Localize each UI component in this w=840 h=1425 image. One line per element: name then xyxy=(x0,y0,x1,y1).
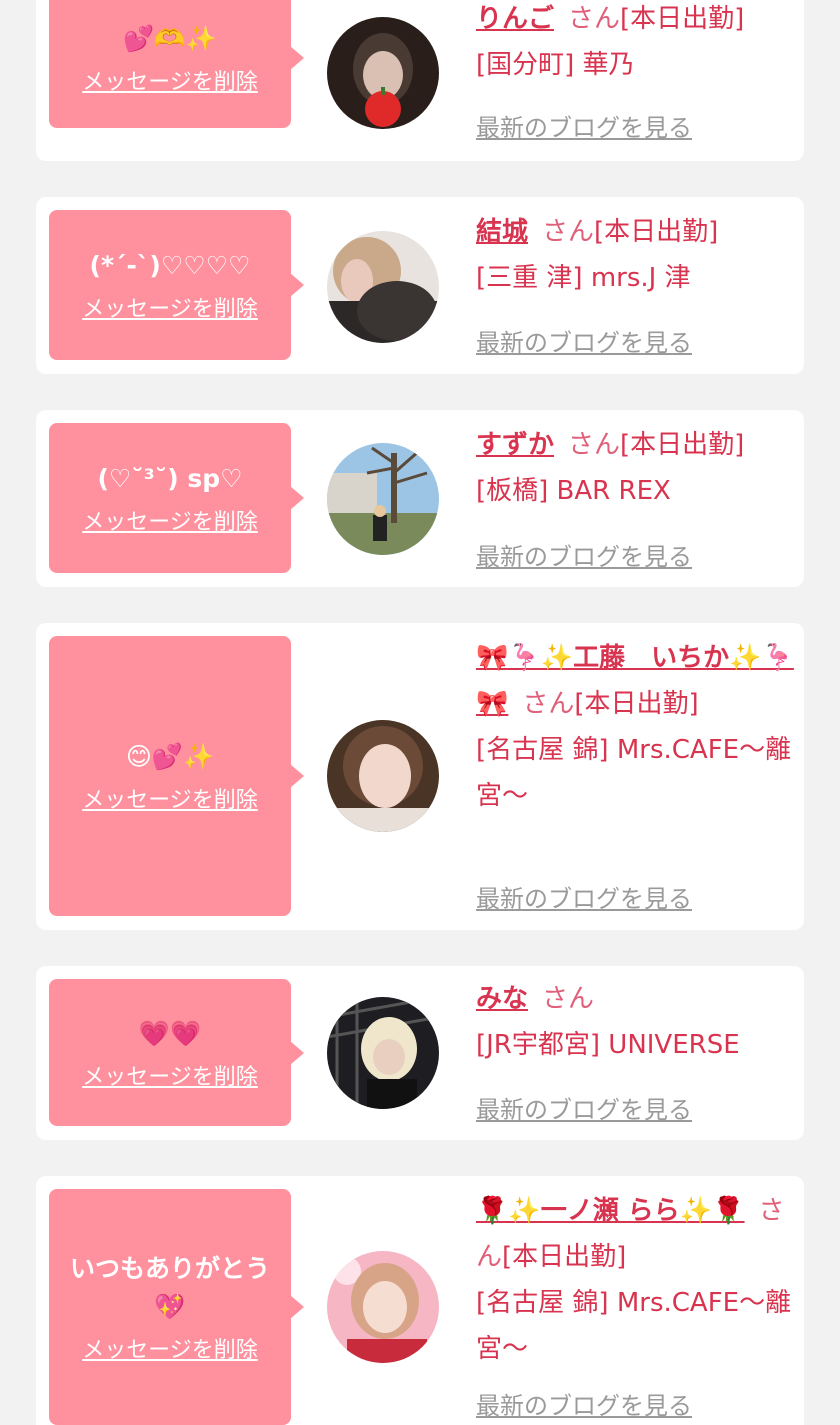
girl-avatar[interactable] xyxy=(327,443,439,555)
latest-blog-link[interactable]: 最新のブログを見る xyxy=(476,1090,692,1125)
girl-info: 結城 さん[本日出勤] [三重 津] mrs.J 津 xyxy=(476,209,796,301)
message-bubble: 💗💗 メッセージを削除 xyxy=(49,979,304,1126)
message-bubble: (*´-`)♡♡♡♡ メッセージを削除 xyxy=(49,210,304,360)
message-bubble: (♡˘³˘) sp♡ メッセージを削除 xyxy=(49,423,304,573)
work-status: [本日出勤] xyxy=(594,217,719,247)
delete-message-link[interactable]: メッセージを削除 xyxy=(82,504,258,536)
latest-blog-link[interactable]: 最新のブログを見る xyxy=(476,537,692,572)
delete-message-link[interactable]: メッセージを削除 xyxy=(82,782,258,814)
message-text: (♡˘³˘) sp♡ xyxy=(97,464,243,493)
message-text: 💕🫶✨ xyxy=(123,23,217,53)
latest-blog-link[interactable]: 最新のブログを見る xyxy=(476,1386,692,1421)
favorite-card: 💗💗 メッセージを削除 みな さん [JR宇都宮] UNIVERSE 最新のブログ… xyxy=(36,966,804,1140)
favorite-card: 😊💕✨ メッセージを削除 🎀🦩✨工藤 いちか✨🦩🎀 さん[本日出勤] [名古屋 錦… xyxy=(36,623,804,930)
favorite-message-list: 💕🫶✨ メッセージを削除 りんご さん[本日出勤] [国分町] 華乃 最新のブログ… xyxy=(0,0,840,1425)
girl-info: みな さん [JR宇都宮] UNIVERSE xyxy=(476,976,796,1068)
message-text: 😊💕✨ xyxy=(125,742,215,771)
shop-name: [国分町] 華乃 xyxy=(476,50,635,80)
girl-info: りんご さん[本日出勤] [国分町] 華乃 xyxy=(476,0,796,88)
girl-info: 🌹✨一ノ瀬 らら✨🌹 さん[本日出勤] [名古屋 錦] Mrs.CAFE〜離宮〜 xyxy=(476,1188,796,1372)
girl-avatar[interactable] xyxy=(327,720,439,832)
girl-name-link[interactable]: すずか xyxy=(476,430,554,460)
shop-name: [三重 津] mrs.J 津 xyxy=(476,263,691,293)
girl-info: すずか さん[本日出勤] [板橋] BAR REX xyxy=(476,422,796,514)
girl-name-link[interactable]: 🌹✨一ノ瀬 らら✨🌹 xyxy=(476,1196,745,1226)
favorite-card: いつもありがとう💖 メッセージを削除 🌹✨一ノ瀬 らら✨🌹 さん[本日出勤] [名… xyxy=(36,1176,804,1425)
message-text: (*´-`)♡♡♡♡ xyxy=(89,251,251,280)
work-status: [本日出勤] xyxy=(502,1242,627,1272)
girl-avatar[interactable] xyxy=(327,231,439,343)
delete-message-link[interactable]: メッセージを削除 xyxy=(82,1332,258,1364)
message-text: いつもありがとう💖 xyxy=(69,1254,270,1321)
honorific: さん xyxy=(542,217,595,247)
shop-name: [JR宇都宮] UNIVERSE xyxy=(476,1030,740,1060)
latest-blog-link[interactable]: 最新のブログを見る xyxy=(476,879,692,914)
latest-blog-link[interactable]: 最新のブログを見る xyxy=(476,108,692,143)
girl-avatar[interactable] xyxy=(327,997,439,1109)
delete-message-link[interactable]: メッセージを削除 xyxy=(82,1059,258,1091)
message-bubble: いつもありがとう💖 メッセージを削除 xyxy=(49,1189,304,1425)
work-status: [本日出勤] xyxy=(620,4,745,34)
honorific: さん xyxy=(568,430,621,460)
work-status: [本日出勤] xyxy=(574,689,699,719)
message-bubble: 💕🫶✨ メッセージを削除 xyxy=(49,0,304,128)
honorific: さん xyxy=(568,4,621,34)
message-text: 💗💗 xyxy=(138,1018,202,1048)
shop-name: [名古屋 錦] Mrs.CAFE〜離宮〜 xyxy=(476,735,792,811)
favorite-card: 💕🫶✨ メッセージを削除 りんご さん[本日出勤] [国分町] 華乃 最新のブログ… xyxy=(36,0,804,161)
girl-avatar[interactable] xyxy=(327,17,439,129)
honorific: さん xyxy=(542,984,595,1014)
latest-blog-link[interactable]: 最新のブログを見る xyxy=(476,323,692,358)
girl-info: 🎀🦩✨工藤 いちか✨🦩🎀 さん[本日出勤] [名古屋 錦] Mrs.CAFE〜離宮… xyxy=(476,635,796,819)
honorific: さん xyxy=(522,689,575,719)
girl-name-link[interactable]: 結城 xyxy=(476,217,528,247)
delete-message-link[interactable]: メッセージを削除 xyxy=(82,291,258,323)
favorite-card: (♡˘³˘) sp♡ メッセージを削除 すずか さん[本日出勤] [板橋] BAR… xyxy=(36,410,804,587)
shop-name: [名古屋 錦] Mrs.CAFE〜離宮〜 xyxy=(476,1288,792,1364)
delete-message-link[interactable]: メッセージを削除 xyxy=(82,64,258,96)
shop-name: [板橋] BAR REX xyxy=(476,476,671,506)
girl-name-link[interactable]: みな xyxy=(476,984,528,1014)
girl-avatar[interactable] xyxy=(327,1251,439,1363)
work-status: [本日出勤] xyxy=(620,430,745,460)
favorite-card: (*´-`)♡♡♡♡ メッセージを削除 結城 さん[本日出勤] [三重 津] mr… xyxy=(36,197,804,374)
message-bubble: 😊💕✨ メッセージを削除 xyxy=(49,636,304,916)
girl-name-link[interactable]: りんご xyxy=(476,4,554,34)
